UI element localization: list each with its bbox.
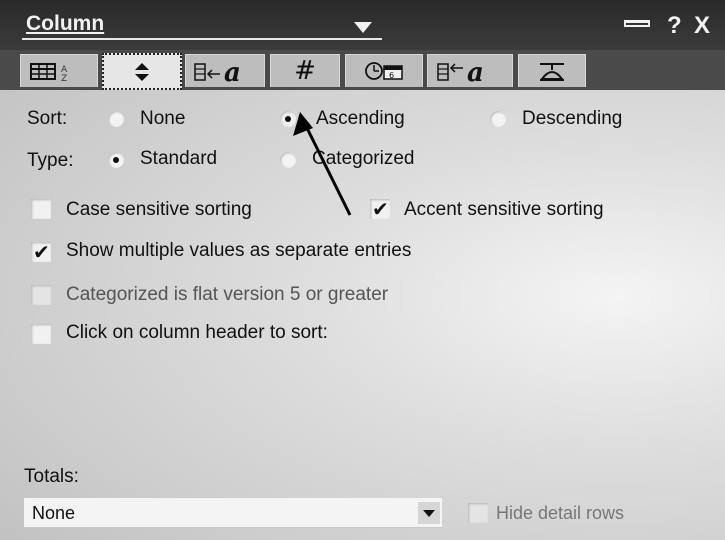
- properties-type-selector[interactable]: Column: [22, 8, 382, 40]
- totals-label: Totals:: [24, 466, 79, 487]
- chevron-down-icon[interactable]: [418, 502, 440, 524]
- sort-label: Sort:: [27, 108, 68, 129]
- case-sensitive-checkbox[interactable]: [31, 199, 51, 219]
- case-sensitive-label: Case sensitive sorting: [66, 199, 252, 220]
- tab-basics[interactable]: A Z: [20, 54, 98, 87]
- click-header-label: Click on column header to sort:: [66, 322, 328, 343]
- type-categorized-radio[interactable]: [280, 152, 296, 168]
- columns-sort-icon: A Z: [30, 63, 68, 82]
- column-font-icon: a: [194, 58, 241, 85]
- letter-a: a: [224, 58, 241, 85]
- title-bar: Column ? X: [0, 0, 725, 50]
- tab-font[interactable]: a: [185, 54, 265, 87]
- sort-descending-radio[interactable]: [490, 111, 506, 127]
- tab-title-font[interactable]: a: [427, 54, 513, 87]
- sort-none-label: None: [140, 108, 186, 129]
- column-properties-dialog: Column ? X A Z a # 6 a Sort: None Ascend…: [0, 0, 725, 540]
- sort-ascending-label: Ascending: [316, 108, 405, 129]
- close-icon[interactable]: X: [694, 12, 710, 40]
- totals-select[interactable]: None: [24, 498, 442, 528]
- type-label: Type:: [27, 150, 74, 171]
- svg-text:6: 6: [389, 71, 394, 80]
- type-standard-label: Standard: [140, 148, 218, 169]
- title-font-icon: a: [437, 58, 484, 85]
- hide-detail-label: Hide detail rows: [496, 503, 625, 523]
- accent-sensitive-label: Accent sensitive sorting: [404, 199, 604, 220]
- sort-ascending-radio[interactable]: [280, 111, 296, 127]
- tab-advanced[interactable]: [518, 54, 586, 87]
- tab-sorting[interactable]: [102, 53, 182, 90]
- hide-detail-checkbox[interactable]: [468, 503, 488, 523]
- dropdown-arrow-icon[interactable]: [354, 22, 372, 33]
- totals-value: None: [32, 503, 76, 523]
- sort-arrows-icon: [135, 62, 149, 81]
- letter-a-title: a: [467, 58, 484, 85]
- multiple-values-checkbox[interactable]: [31, 240, 51, 264]
- sort-none-radio[interactable]: [108, 111, 124, 127]
- click-header-checkbox[interactable]: [31, 324, 51, 344]
- hash-icon: #: [294, 56, 316, 86]
- dialog-title: Column: [26, 12, 105, 35]
- categorized-flat-checkbox[interactable]: [31, 285, 51, 305]
- pin-icon[interactable]: [624, 20, 650, 27]
- help-icon[interactable]: ?: [667, 12, 682, 40]
- type-standard-radio[interactable]: [108, 152, 124, 168]
- tab-numbers[interactable]: #: [270, 54, 340, 87]
- svg-text:Z: Z: [61, 74, 67, 82]
- tab-strip: A Z a # 6 a: [0, 50, 725, 90]
- multiple-values-label: Show multiple values as separate entries: [66, 240, 412, 261]
- categorized-flat-label: Categorized is flat version 5 or greater: [66, 284, 389, 305]
- propeller-hat-icon: [540, 63, 564, 81]
- type-categorized-label: Categorized: [312, 148, 415, 169]
- date-time-icon: 6: [365, 62, 403, 80]
- tab-date-time[interactable]: 6: [345, 54, 423, 87]
- sort-descending-label: Descending: [522, 108, 623, 129]
- accent-sensitive-checkbox[interactable]: [370, 197, 390, 221]
